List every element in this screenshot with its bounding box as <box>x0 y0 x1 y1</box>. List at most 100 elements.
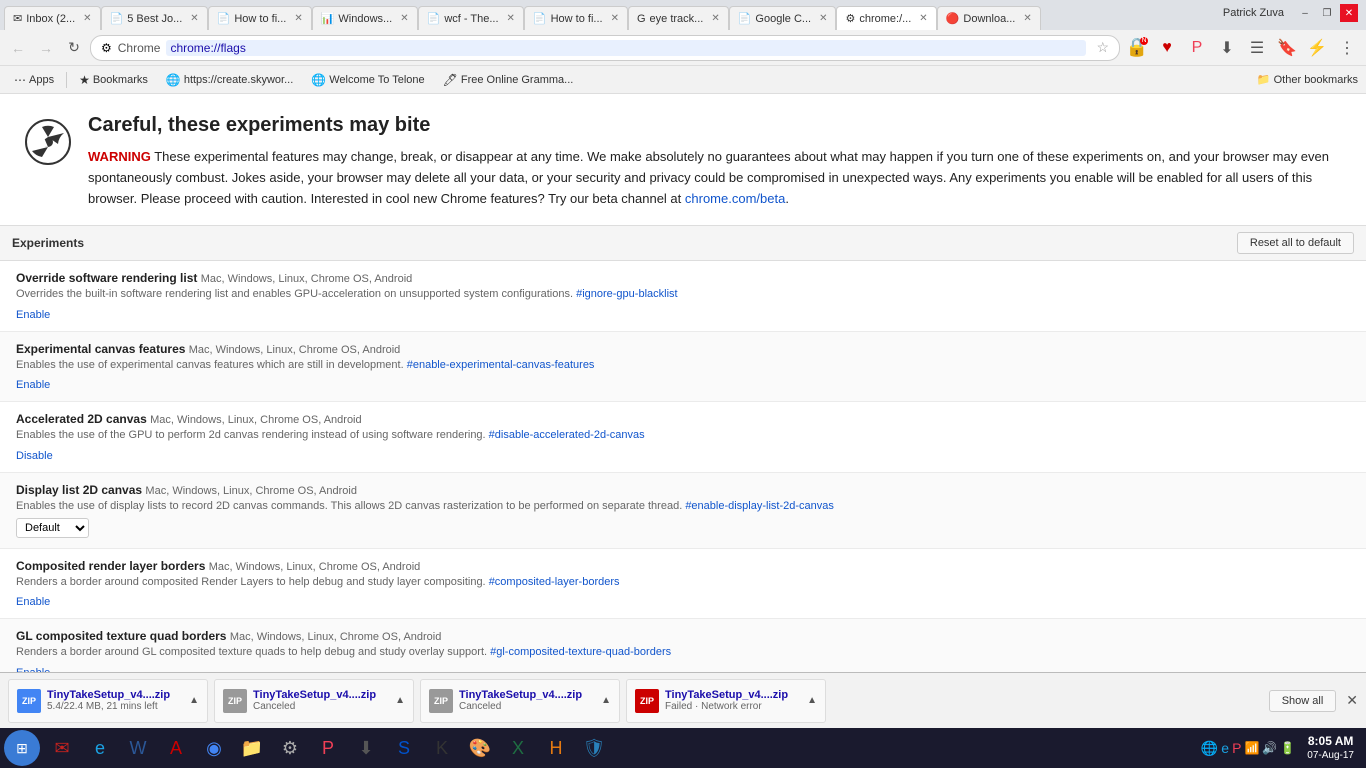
tab-tab3[interactable]: 📄How to fi...✕ <box>208 6 312 30</box>
tab-tab6[interactable]: 📄How to fi...✕ <box>524 6 628 30</box>
taskbar-app-download[interactable]: ⬇ <box>348 730 384 766</box>
chrome-menu-button[interactable]: ⋮ <box>1334 35 1360 61</box>
enable-link-0[interactable]: Enable <box>16 309 50 321</box>
download-name-1[interactable]: TinyTakeSetup_v4....zip <box>253 689 389 701</box>
tab-close-button[interactable]: ✕ <box>294 13 302 24</box>
tab-tab5[interactable]: 📄wcf - The...✕ <box>418 6 524 30</box>
taskbar-app-pocket[interactable]: P <box>310 730 346 766</box>
download-status-3: Failed · Network error <box>665 701 801 712</box>
experiment-anchor-2[interactable]: #disable-accelerated-2d-canvas <box>489 429 645 441</box>
tab-close-button[interactable]: ✕ <box>507 13 515 24</box>
url-input[interactable] <box>166 40 1086 56</box>
restore-button[interactable]: ❐ <box>1318 4 1336 22</box>
download-name-2[interactable]: TinyTakeSetup_v4....zip <box>459 689 595 701</box>
tab-tab1[interactable]: ✉Inbox (2...✕ <box>4 6 101 30</box>
taskbar-app-security[interactable]: 🛡 <box>576 730 612 766</box>
page-favicon: ⚙ <box>101 41 112 55</box>
experiments-header: Experiments Reset all to default <box>0 225 1366 261</box>
bookmark-label: Apps <box>29 74 54 86</box>
system-icons: 🌐 e P 📶 🔊 🔋 <box>1201 740 1295 757</box>
taskbar-app-settings[interactable]: ⚙ <box>272 730 308 766</box>
extension-icon-2[interactable]: ♥ <box>1154 35 1180 61</box>
taskbar-app-kindle[interactable]: K <box>424 730 460 766</box>
download-chevron-2[interactable]: ▲ <box>601 695 611 706</box>
taskbar-app-ie[interactable]: e <box>82 730 118 766</box>
tab-close-button[interactable]: ✕ <box>819 13 827 24</box>
taskbar-app-icon-3: A <box>170 738 182 759</box>
taskbar-app-icon-0: ✉ <box>54 738 69 759</box>
tab-close-button[interactable]: ✕ <box>919 13 927 24</box>
start-button[interactable]: ⊞ <box>4 730 40 766</box>
bookmark-item-4[interactable]: 🖊Free Online Gramma... <box>437 71 580 89</box>
tab-close-button[interactable]: ✕ <box>400 13 408 24</box>
bookmark-star-icon[interactable]: ☆ <box>1096 39 1109 56</box>
tab-close-button[interactable]: ✕ <box>190 13 198 24</box>
title-bar: ✉Inbox (2...✕📄5 Best Jo...✕📄How to fi...… <box>0 0 1366 30</box>
bookmark-item-3[interactable]: 🌐Welcome To Telone <box>305 71 430 89</box>
download-status-0: 5.4/22.4 MB, 21 mins left <box>47 701 183 712</box>
tab-label: eye track... <box>650 13 704 25</box>
extension-icon-6[interactable]: 🔖 <box>1274 35 1300 61</box>
disable-link-2[interactable]: Disable <box>16 450 53 462</box>
experiment-anchor-0[interactable]: #ignore-gpu-blacklist <box>576 288 678 300</box>
extension-icon-1[interactable]: 🔒 N <box>1124 35 1150 61</box>
enable-link-1[interactable]: Enable <box>16 379 50 391</box>
bookmark-item-2[interactable]: 🌐https://create.skywor... <box>160 71 299 89</box>
tab-tab8[interactable]: 📄Google C...✕ <box>729 6 837 30</box>
tab-close-button[interactable]: ✕ <box>83 13 91 24</box>
experiment-anchor-5[interactable]: #gl-composited-texture-quad-borders <box>490 646 671 658</box>
show-all-button[interactable]: Show all <box>1269 690 1337 712</box>
download-name-3[interactable]: TinyTakeSetup_v4....zip <box>665 689 801 701</box>
extension-icon-3[interactable]: P <box>1184 35 1210 61</box>
download-bar-close-button[interactable]: ✕ <box>1346 692 1358 709</box>
radiation-icon <box>24 118 72 166</box>
download-status-2: Canceled <box>459 701 595 712</box>
bookmark-item-1[interactable]: ★Bookmarks <box>73 71 154 89</box>
taskbar-app-chrome[interactable]: ◉ <box>196 730 232 766</box>
enable-link-4[interactable]: Enable <box>16 596 50 608</box>
beta-link[interactable]: chrome.com/beta <box>685 191 785 206</box>
download-chevron-0[interactable]: ▲ <box>189 695 199 706</box>
taskbar-app-sourcetree[interactable]: S <box>386 730 422 766</box>
taskbar-app-explorer[interactable]: 📁 <box>234 730 270 766</box>
taskbar-app-word[interactable]: W <box>120 730 156 766</box>
tab-tab7[interactable]: Geye track...✕ <box>628 6 729 30</box>
experiment-anchor-4[interactable]: #composited-layer-borders <box>489 576 620 588</box>
refresh-button[interactable]: ↻ <box>62 36 86 60</box>
tab-close-button[interactable]: ✕ <box>711 13 719 24</box>
download-chevron-3[interactable]: ▲ <box>807 695 817 706</box>
experiment-item-2: Accelerated 2D canvas Mac, Windows, Linu… <box>0 402 1366 472</box>
toolbar-icons: 🔒 N ♥ P ⬇ ☰ 🔖 ⚡ ⋮ <box>1124 35 1360 61</box>
extension-icon-4[interactable]: ⬇ <box>1214 35 1240 61</box>
experiment-anchor-1[interactable]: #enable-experimental-canvas-features <box>407 359 595 371</box>
minimize-button[interactable]: – <box>1296 4 1314 22</box>
bookmark-label: https://create.skywor... <box>184 74 293 86</box>
system-clock[interactable]: 8:05 AM 07-Aug-17 <box>1299 734 1362 763</box>
bookmark-item-0[interactable]: ⋯Apps <box>8 71 60 89</box>
taskbar-app-excel[interactable]: X <box>500 730 536 766</box>
extension-icon-5[interactable]: ☰ <box>1244 35 1270 61</box>
extension-icon-7[interactable]: ⚡ <box>1304 35 1330 61</box>
taskbar-app-gmail[interactable]: ✉ <box>44 730 80 766</box>
tab-tab4[interactable]: 📊Windows...✕ <box>312 6 418 30</box>
experiment-select-3[interactable]: DefaultEnabledDisabled <box>16 518 89 538</box>
back-button[interactable]: ← <box>6 36 30 60</box>
download-name-0[interactable]: TinyTakeSetup_v4....zip <box>47 689 183 701</box>
tab-tab2[interactable]: 📄5 Best Jo...✕ <box>101 6 208 30</box>
taskbar-app-colorpicker[interactable]: 🎨 <box>462 730 498 766</box>
reset-all-button[interactable]: Reset all to default <box>1237 232 1354 254</box>
taskbar-app-xampp[interactable]: H <box>538 730 574 766</box>
experiment-anchor-3[interactable]: #enable-display-list-2d-canvas <box>685 500 834 512</box>
tab-tab10[interactable]: 🔴Downloa...✕ <box>937 6 1041 30</box>
other-bookmarks[interactable]: 📁Other bookmarks <box>1257 73 1358 86</box>
tab-close-button[interactable]: ✕ <box>1023 13 1031 24</box>
bookmark-icon: 🌐 <box>166 73 181 87</box>
close-button[interactable]: ✕ <box>1340 4 1358 22</box>
tab-favicon: 📄 <box>427 12 441 25</box>
download-chevron-1[interactable]: ▲ <box>395 695 405 706</box>
tab-tab9[interactable]: ⚙chrome:/...✕ <box>836 6 936 30</box>
taskbar-app-access[interactable]: A <box>158 730 194 766</box>
forward-button[interactable]: → <box>34 36 58 60</box>
tab-close-button[interactable]: ✕ <box>611 13 619 24</box>
tab-label: Google C... <box>755 13 811 25</box>
